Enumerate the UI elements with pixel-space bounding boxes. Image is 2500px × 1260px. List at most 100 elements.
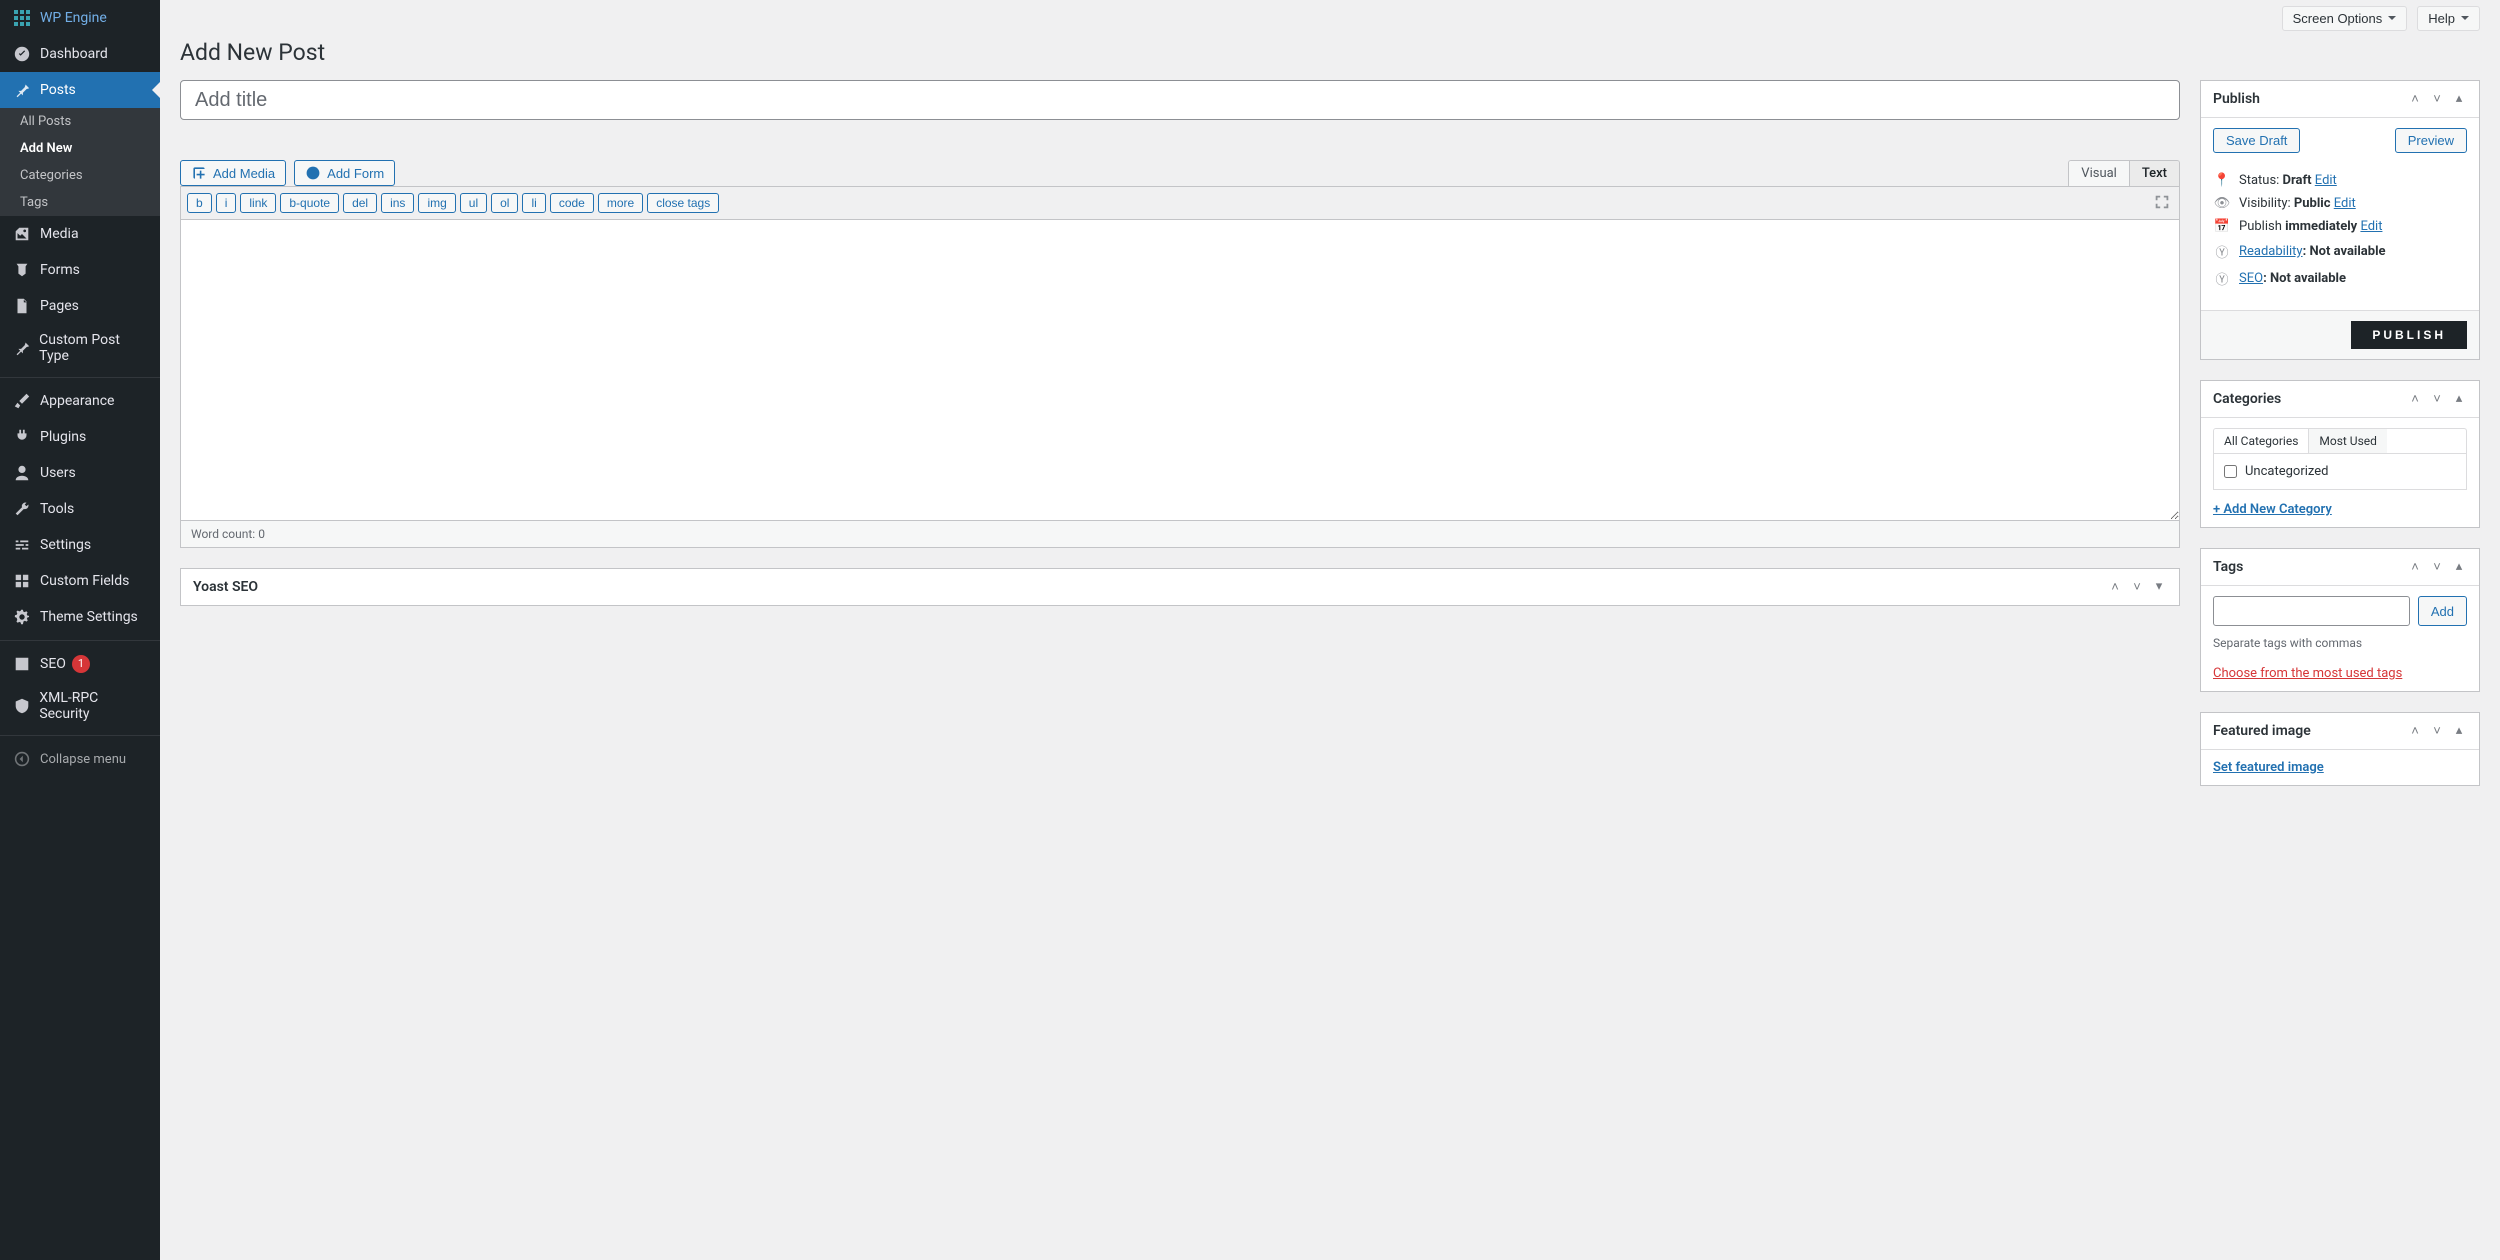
panel-down-icon[interactable]: ˅ xyxy=(2429,559,2445,575)
quicktag-b[interactable]: b xyxy=(187,193,212,213)
panel-toggle-icon[interactable]: ▴ xyxy=(2451,391,2467,407)
sidebar-item-dashboard[interactable]: Dashboard xyxy=(0,36,160,72)
sidebar-item-xmlrpc[interactable]: XML-RPC Security xyxy=(0,682,160,730)
sidebar-item-seo[interactable]: SEO 1 xyxy=(0,646,160,682)
quicktag-link[interactable]: link xyxy=(240,193,276,213)
panel-toggle-icon[interactable]: ▴ xyxy=(2451,723,2467,739)
sidebar-item-appearance[interactable]: Appearance xyxy=(0,383,160,419)
category-item[interactable]: Uncategorized xyxy=(2224,464,2456,479)
screen-options-button[interactable]: Screen Options xyxy=(2282,6,2408,31)
quicktag-i[interactable]: i xyxy=(216,193,237,213)
tags-input[interactable] xyxy=(2213,596,2410,626)
category-checkbox[interactable] xyxy=(2224,465,2237,478)
sidebar-label: Posts xyxy=(40,82,76,98)
submenu-categories[interactable]: Categories xyxy=(0,162,160,189)
edit-schedule-link[interactable]: Edit xyxy=(2360,219,2382,234)
seo-link[interactable]: SEO xyxy=(2239,271,2263,286)
media-icon xyxy=(12,224,32,244)
collapse-menu[interactable]: Collapse menu xyxy=(0,741,160,777)
tab-most-used[interactable]: Most Used xyxy=(2308,429,2387,453)
tab-visual[interactable]: Visual xyxy=(2069,161,2130,186)
help-button[interactable]: Help xyxy=(2417,6,2480,31)
panel-down-icon[interactable]: ˅ xyxy=(2129,579,2145,595)
panel-up-icon[interactable]: ˄ xyxy=(2407,391,2423,407)
tab-all-categories[interactable]: All Categories xyxy=(2214,429,2308,453)
sliders-icon xyxy=(12,535,32,555)
form-icon xyxy=(305,165,321,181)
sidebar-item-tools[interactable]: Tools xyxy=(0,491,160,527)
quicktag-more[interactable]: more xyxy=(598,193,643,213)
edit-visibility-link[interactable]: Edit xyxy=(2334,196,2356,211)
key-icon: 📍 xyxy=(2213,173,2231,188)
submenu-add-new[interactable]: Add New xyxy=(0,135,160,162)
quicktag-ins[interactable]: ins xyxy=(381,193,414,213)
panel-down-icon[interactable]: ˅ xyxy=(2429,91,2445,107)
yoast-title: Yoast SEO xyxy=(193,579,2107,595)
categories-panel: Categories ˄ ˅ ▴ All Categories Most Use… xyxy=(2200,380,2480,528)
fullscreen-icon[interactable] xyxy=(2153,193,2173,213)
panel-up-icon[interactable]: ˄ xyxy=(2407,91,2423,107)
panel-up-icon[interactable]: ˄ xyxy=(2407,559,2423,575)
publish-button[interactable]: PUBLISH xyxy=(2351,321,2467,349)
submenu-tags[interactable]: Tags xyxy=(0,189,160,216)
yoast-icon: Ⓨ xyxy=(2213,269,2231,288)
sidebar-item-settings[interactable]: Settings xyxy=(0,527,160,563)
eye-icon: 👁 xyxy=(2213,196,2231,211)
sidebar-item-users[interactable]: Users xyxy=(0,455,160,491)
panel-toggle-icon[interactable]: ▴ xyxy=(2451,91,2467,107)
plug-icon xyxy=(12,427,32,447)
cpt-icon xyxy=(12,338,31,358)
add-form-button[interactable]: Add Form xyxy=(294,160,395,186)
sidebar-item-wpengine[interactable]: WP Engine xyxy=(0,0,160,36)
tab-text[interactable]: Text xyxy=(2130,161,2179,186)
quicktag-li[interactable]: li xyxy=(522,193,545,213)
panel-toggle-icon[interactable]: ▾ xyxy=(2151,579,2167,595)
quicktag-b-quote[interactable]: b-quote xyxy=(280,193,339,213)
edit-status-link[interactable]: Edit xyxy=(2315,173,2337,188)
schedule-row: 📅 Publish immediately Edit xyxy=(2213,215,2467,238)
sidebar-label: Tools xyxy=(40,501,74,517)
submenu-all-posts[interactable]: All Posts xyxy=(0,108,160,135)
quicktag-ul[interactable]: ul xyxy=(460,193,487,213)
panel-up-icon[interactable]: ˄ xyxy=(2407,723,2423,739)
user-icon xyxy=(12,463,32,483)
sidebar-item-forms[interactable]: Forms xyxy=(0,252,160,288)
panel-down-icon[interactable]: ˅ xyxy=(2429,723,2445,739)
set-featured-image-link[interactable]: Set featured image xyxy=(2213,760,2324,775)
quicktag-ol[interactable]: ol xyxy=(491,193,518,213)
add-media-button[interactable]: Add Media xyxy=(180,160,286,186)
yoast-panel: Yoast SEO ˄ ˅ ▾ xyxy=(180,568,2180,606)
sidebar-item-cpt[interactable]: Custom Post Type xyxy=(0,324,160,372)
sidebar-item-media[interactable]: Media xyxy=(0,216,160,252)
panel-toggle-icon[interactable]: ▴ xyxy=(2451,559,2467,575)
pin-icon xyxy=(12,80,32,100)
add-tag-button[interactable]: Add xyxy=(2418,596,2467,626)
sidebar-item-posts[interactable]: Posts xyxy=(0,72,160,108)
sidebar-item-themesettings[interactable]: Theme Settings xyxy=(0,599,160,635)
quicktag-del[interactable]: del xyxy=(343,193,377,213)
publish-title: Publish xyxy=(2213,91,2407,107)
save-draft-button[interactable]: Save Draft xyxy=(2213,128,2300,153)
content-textarea[interactable] xyxy=(181,220,2179,520)
sidebar-item-pages[interactable]: Pages xyxy=(0,288,160,324)
readability-link[interactable]: Readability xyxy=(2239,244,2303,259)
quicktag-code[interactable]: code xyxy=(550,193,594,213)
sidebar-item-plugins[interactable]: Plugins xyxy=(0,419,160,455)
quicktag-img[interactable]: img xyxy=(418,193,455,213)
tags-hint: Separate tags with commas xyxy=(2213,636,2467,650)
sidebar-item-customfields[interactable]: Custom Fields xyxy=(0,563,160,599)
collapse-label: Collapse menu xyxy=(40,752,126,767)
add-category-link[interactable]: + Add New Category xyxy=(2213,502,2332,517)
choose-tags-link[interactable]: Choose from the most used tags xyxy=(2213,666,2402,681)
sidebar-label: Theme Settings xyxy=(40,609,138,625)
preview-button[interactable]: Preview xyxy=(2395,128,2467,153)
calendar-icon: 📅 xyxy=(2213,219,2231,234)
panel-up-icon[interactable]: ˄ xyxy=(2107,579,2123,595)
status-row: 📍 Status: Draft Edit xyxy=(2213,169,2467,192)
top-bar: Screen Options Help xyxy=(180,0,2480,39)
sidebar-label: XML-RPC Security xyxy=(39,690,148,722)
quicktag-close-tags[interactable]: close tags xyxy=(647,193,719,213)
tags-title: Tags xyxy=(2213,559,2407,575)
post-title-input[interactable] xyxy=(180,80,2180,120)
panel-down-icon[interactable]: ˅ xyxy=(2429,391,2445,407)
